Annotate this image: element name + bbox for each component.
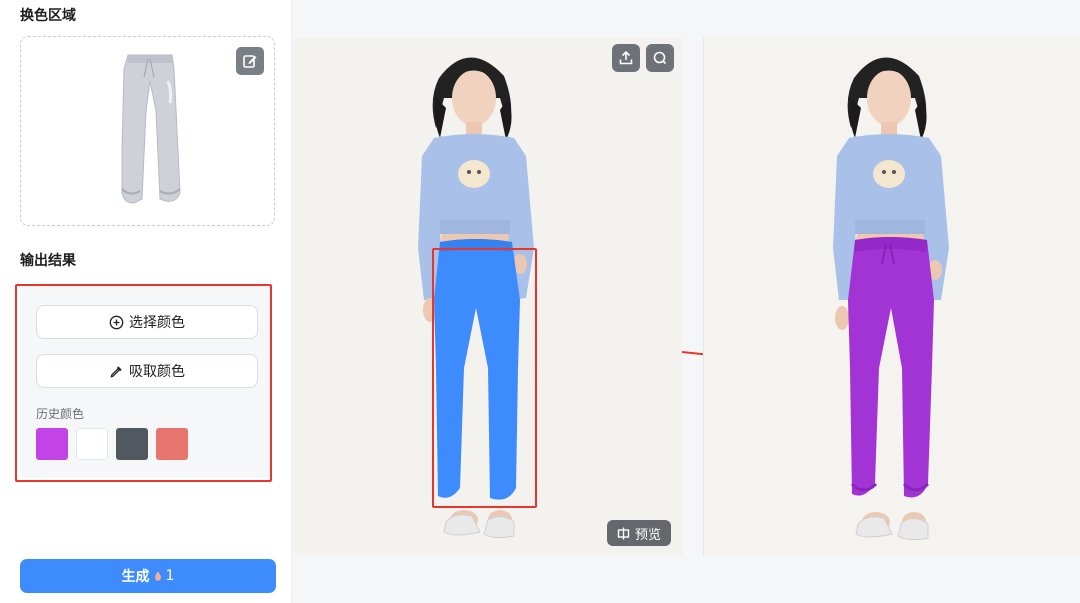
- region-title: 换色区域: [20, 8, 76, 24]
- upload-icon[interactable]: [612, 44, 640, 72]
- edit-icon[interactable]: [236, 47, 264, 75]
- select-color-button[interactable]: 选择颜色: [36, 305, 258, 339]
- history-swatch[interactable]: [116, 428, 148, 460]
- history-swatches: [36, 428, 188, 460]
- pick-color-label: 吸取颜色: [129, 364, 185, 380]
- output-title: 输出结果: [20, 253, 76, 269]
- result-model-photo: [833, 57, 949, 541]
- history-swatch[interactable]: [76, 428, 108, 460]
- refresh-icon[interactable]: [646, 44, 674, 72]
- result-image-area[interactable]: [703, 38, 1080, 556]
- preview-button[interactable]: 预览: [606, 520, 671, 546]
- pick-color-button[interactable]: 吸取颜色: [36, 354, 258, 388]
- credit-icon: [154, 571, 161, 581]
- color-settings-card: 选择颜色 吸取颜色 历史颜色: [20, 286, 272, 478]
- history-swatch[interactable]: [156, 428, 188, 460]
- pants-thumbnail: [121, 54, 181, 204]
- generate-label: 生成: [121, 569, 150, 585]
- eyedropper-icon: [110, 365, 122, 378]
- preview-label: 预览: [634, 527, 661, 543]
- generate-button[interactable]: 生成 1: [20, 559, 276, 593]
- original-model-photo: [418, 57, 534, 539]
- history-swatch[interactable]: [36, 428, 68, 460]
- left-panel: 换色区域 输出结果 选择颜色 吸取颜色 历史颜色 生成 1: [0, 0, 292, 603]
- select-color-label: 选择颜色: [129, 315, 185, 331]
- region-image-box[interactable]: [20, 36, 275, 226]
- expand-icon: [617, 527, 630, 539]
- history-color-label: 历史颜色: [36, 407, 85, 421]
- plus-circle-icon: [109, 315, 124, 329]
- generate-cost: 1: [165, 568, 175, 584]
- original-image-area[interactable]: 预览: [294, 38, 683, 556]
